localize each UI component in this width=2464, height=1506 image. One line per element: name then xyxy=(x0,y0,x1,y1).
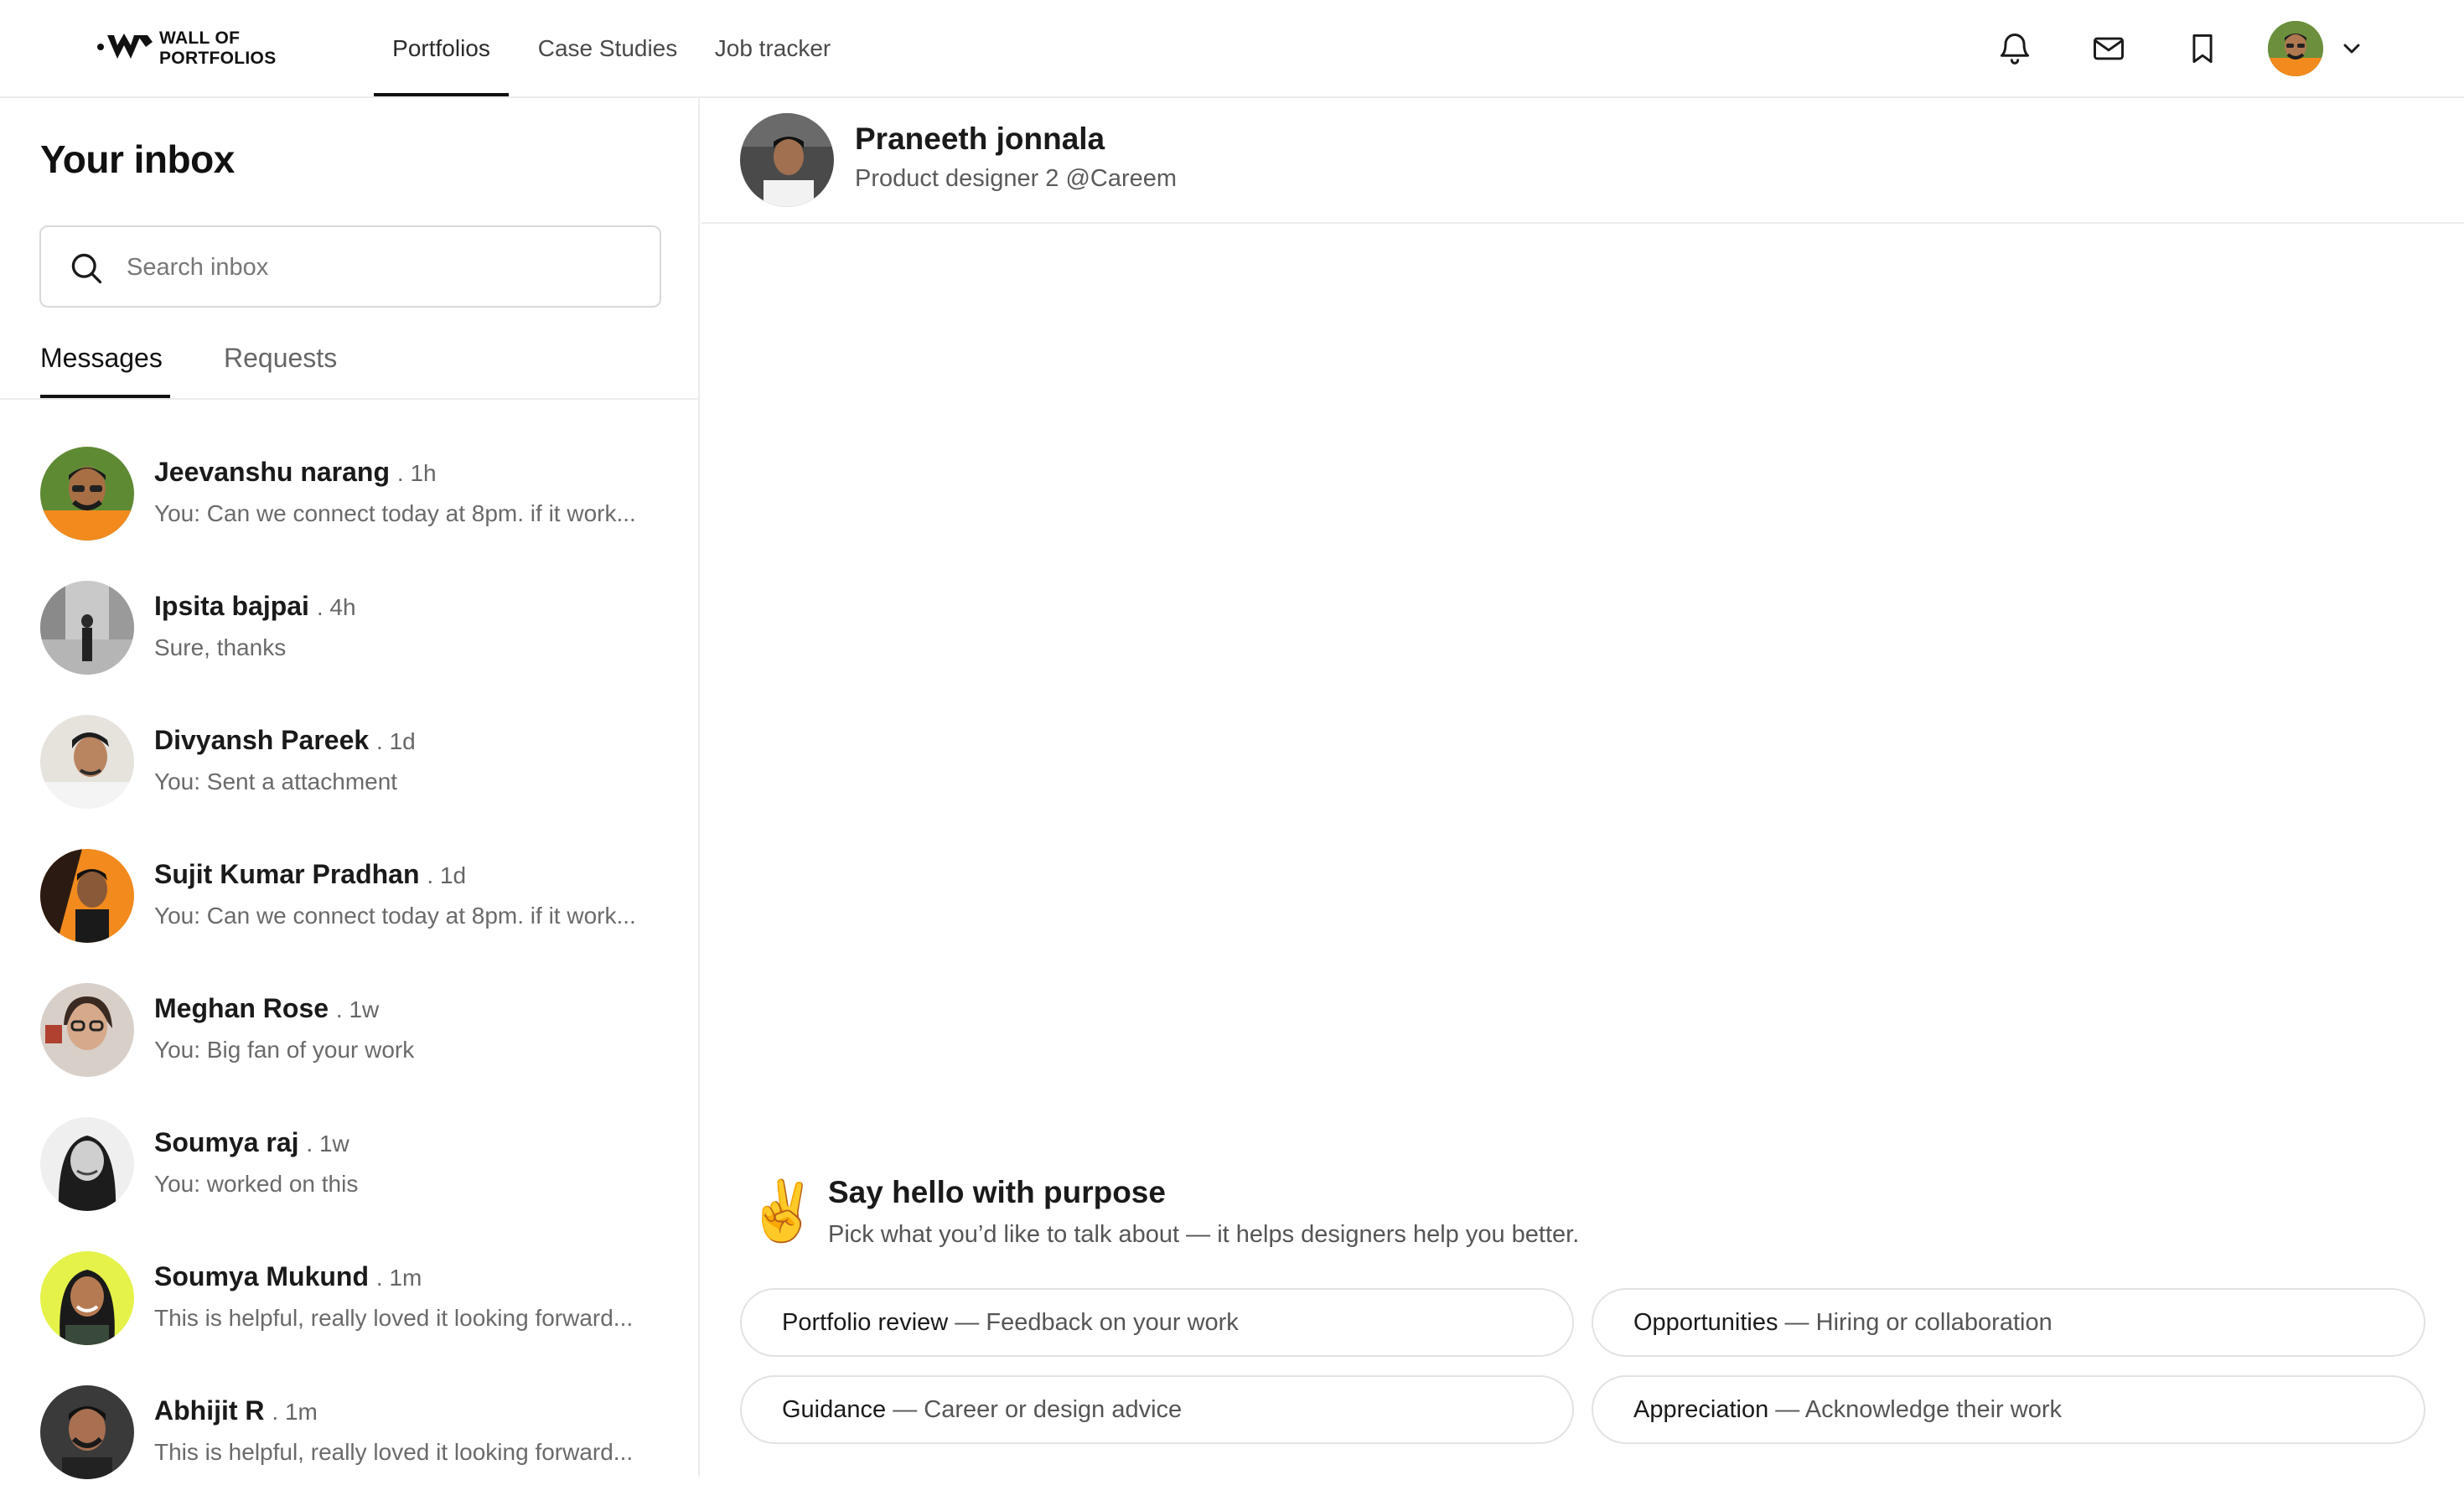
search-box[interactable] xyxy=(39,225,661,308)
search-icon xyxy=(71,253,102,284)
message-preview: You: Big fan of your work xyxy=(154,1037,415,1063)
avatar xyxy=(40,1385,134,1479)
list-item[interactable]: Jeevanshu narang . 1h You: Can we connec… xyxy=(0,433,698,567)
avatar xyxy=(40,447,134,541)
contact-name[interactable]: Praneeth jonnala xyxy=(855,122,1105,157)
chip-separator: — xyxy=(1768,1396,1805,1423)
chip-description: Feedback on your work xyxy=(986,1309,1239,1336)
inbox-tabs: Messages Requests xyxy=(0,333,698,400)
user-avatar[interactable] xyxy=(2268,21,2323,76)
tab-messages[interactable]: Messages xyxy=(40,343,163,374)
list-item[interactable]: Divyansh Pareek . 1d You: Sent a attachm… xyxy=(0,701,698,836)
message-header: Soumya Mukund . 1m xyxy=(154,1261,422,1292)
tab-requests[interactable]: Requests xyxy=(224,343,337,374)
chip-separator: — xyxy=(1778,1309,1816,1336)
message-header: Sujit Kumar Pradhan . 1d xyxy=(154,859,466,890)
chip-label: Appreciation xyxy=(1633,1396,1769,1423)
message-preview: This is helpful, really loved it looking… xyxy=(154,1439,634,1465)
brand-line-2: PORTFOLIOS xyxy=(159,49,277,68)
sender-name: Ipsita bajpai xyxy=(154,591,309,621)
list-item[interactable]: Meghan Rose . 1w You: Big fan of your wo… xyxy=(0,970,698,1104)
sender-name: Soumya raj xyxy=(154,1127,299,1157)
nav-tab-job-tracker[interactable]: Job tracker xyxy=(704,0,841,98)
chip-separator: — xyxy=(886,1396,924,1423)
list-item[interactable]: Soumya raj . 1w You: worked on this xyxy=(0,1104,698,1238)
chip-portfolio-review[interactable]: Portfolio review — Feedback on your work xyxy=(740,1288,1574,1357)
brand-name: WALL OF PORTFOLIOS xyxy=(159,28,277,69)
message-time: . 1w xyxy=(335,996,380,1022)
chevron-down-icon[interactable] xyxy=(2338,35,2365,62)
message-header: Abhijit R . 1m xyxy=(154,1395,318,1426)
nav-tab-portfolios[interactable]: Portfolios xyxy=(374,0,509,98)
message-time: . 1h xyxy=(396,460,437,486)
sender-name: Sujit Kumar Pradhan xyxy=(154,859,420,889)
chip-label: Opportunities xyxy=(1633,1309,1778,1336)
tab-active-indicator xyxy=(40,395,170,398)
avatar xyxy=(40,581,134,675)
user-avatar-image xyxy=(2268,21,2323,76)
bell-icon[interactable] xyxy=(1996,30,2033,67)
list-item[interactable]: Ipsita bajpai . 4h Sure, thanks xyxy=(0,567,698,701)
message-time: . 1d xyxy=(427,862,467,888)
victory-hand-icon: ✌️ xyxy=(746,1178,820,1244)
avatar xyxy=(40,1251,134,1345)
chip-separator: — xyxy=(948,1309,986,1336)
chip-description: Acknowledge their work xyxy=(1804,1396,2062,1423)
nav-active-indicator xyxy=(374,93,509,96)
avatar xyxy=(40,849,134,943)
hello-title: Say hello with purpose xyxy=(828,1175,1166,1209)
message-header: Meghan Rose . 1w xyxy=(154,993,379,1024)
bookmark-icon[interactable] xyxy=(2184,30,2221,67)
mail-icon[interactable] xyxy=(2090,30,2127,67)
message-preview: You: Can we connect today at 8pm. if it … xyxy=(154,903,636,929)
message-time: . 1m xyxy=(375,1265,422,1291)
avatar xyxy=(40,1117,134,1211)
message-preview: You: worked on this xyxy=(154,1171,359,1197)
contact-avatar[interactable] xyxy=(740,113,834,207)
chip-guidance[interactable]: Guidance — Career or design advice xyxy=(740,1375,1574,1444)
list-item[interactable]: Soumya Mukund . 1m This is helpful, real… xyxy=(0,1238,698,1372)
top-navigation-bar: WALL OF PORTFOLIOS Portfolios Case Studi… xyxy=(0,0,2464,98)
message-preview: You: Sent a attachment xyxy=(154,769,398,794)
sender-name: Jeevanshu narang xyxy=(154,457,390,487)
sender-name: Divyansh Pareek xyxy=(154,725,370,755)
contact-role: Product designer 2 @Careem xyxy=(855,165,1178,192)
chip-label: Guidance xyxy=(782,1396,887,1423)
message-preview: You: Can we connect today at 8pm. if it … xyxy=(154,500,636,526)
list-item[interactable]: Sujit Kumar Pradhan . 1d You: Can we con… xyxy=(0,836,698,970)
message-list: Jeevanshu narang . 1h You: Can we connec… xyxy=(0,433,698,1506)
chip-label: Portfolio review xyxy=(782,1309,949,1336)
nav-tab-case-studies[interactable]: Case Studies xyxy=(528,0,687,98)
chip-opportunities[interactable]: Opportunities — Hiring or collaboration xyxy=(1592,1288,2425,1357)
message-time: . 4h xyxy=(316,594,356,620)
message-time: . 1d xyxy=(376,728,416,754)
message-header: Jeevanshu narang . 1h xyxy=(154,457,437,488)
message-preview: This is helpful, really loved it looking… xyxy=(154,1305,634,1331)
avatar xyxy=(40,983,134,1077)
message-header: Soumya raj . 1w xyxy=(154,1127,349,1158)
chip-description: Career or design advice xyxy=(924,1396,1183,1423)
search-input[interactable] xyxy=(127,246,629,289)
message-time: . 1m xyxy=(272,1399,318,1425)
message-preview: Sure, thanks xyxy=(154,634,287,660)
hello-subtitle: Pick what you’d like to talk about — it … xyxy=(828,1221,1580,1248)
sender-name: Soumya Mukund xyxy=(154,1261,370,1291)
message-header: Ipsita bajpai . 4h xyxy=(154,591,356,622)
sender-name: Meghan Rose xyxy=(154,993,329,1023)
list-item[interactable]: Abhijit R . 1m This is helpful, really l… xyxy=(0,1372,698,1506)
message-header: Divyansh Pareek . 1d xyxy=(154,725,416,756)
logo-mark-icon xyxy=(97,34,153,59)
inbox-panel: Your inbox Messages Requests Jeevanshu n… xyxy=(0,98,700,1479)
avatar xyxy=(40,715,134,809)
sender-name: Abhijit R xyxy=(154,1395,265,1426)
chip-appreciation[interactable]: Appreciation — Acknowledge their work xyxy=(1592,1375,2425,1444)
brand-logo[interactable]: WALL OF PORTFOLIOS xyxy=(92,25,293,72)
inbox-title: Your inbox xyxy=(40,137,235,181)
chat-header: Praneeth jonnala Product designer 2 @Car… xyxy=(701,98,2464,224)
chip-description: Hiring or collaboration xyxy=(1815,1309,2052,1336)
message-time: . 1w xyxy=(306,1131,349,1157)
brand-line-1: WALL OF xyxy=(159,28,241,48)
